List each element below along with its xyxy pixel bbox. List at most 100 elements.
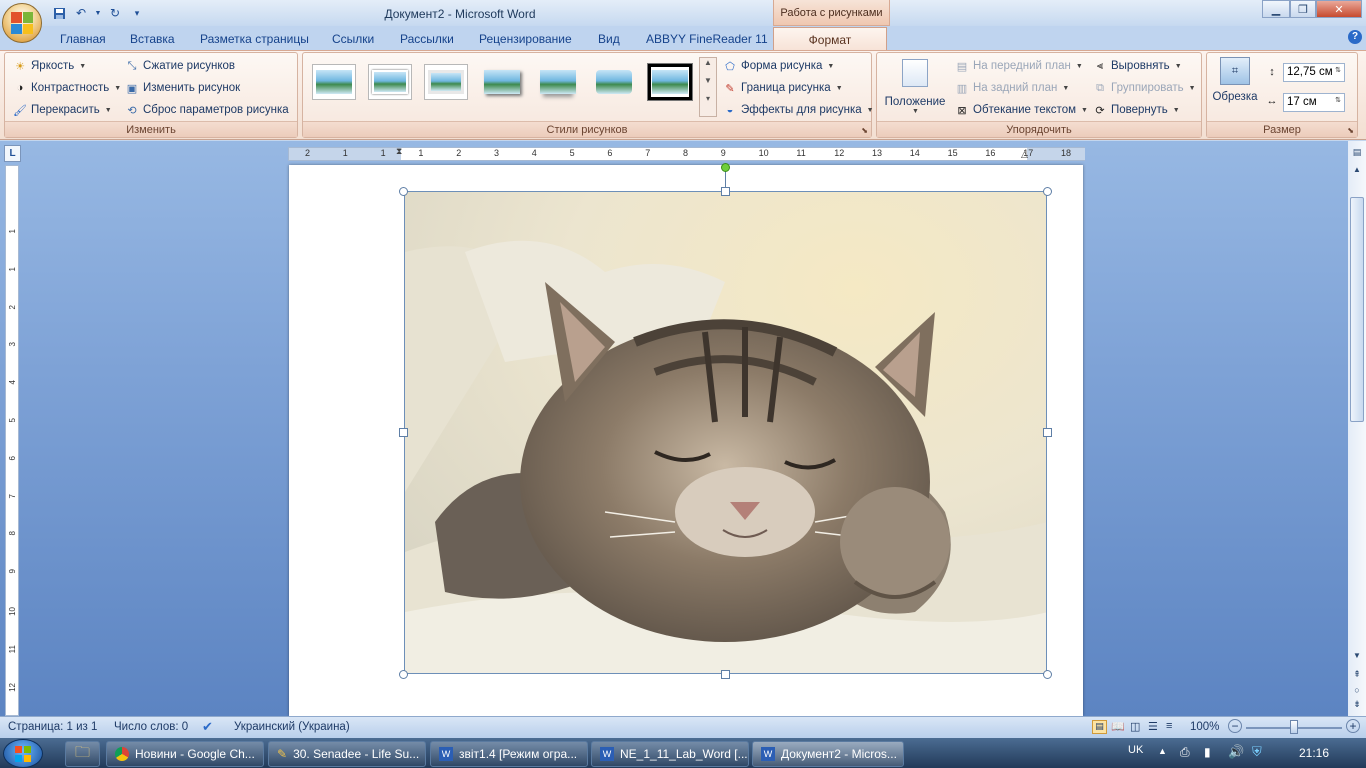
change-picture-button[interactable]: ▣ Изменить рисунок: [125, 79, 240, 97]
previous-page-icon[interactable]: ⇞: [1350, 669, 1364, 683]
resize-handle-top[interactable]: [721, 187, 730, 196]
taskbar-item-zvit[interactable]: Wзвіт1.4 [Режим огра...: [430, 741, 588, 767]
brightness-button[interactable]: ☀ Яркость ▼: [13, 57, 86, 75]
picture-style-thumb-selected[interactable]: [648, 64, 692, 100]
ruler-toggle-icon[interactable]: ▤: [1350, 147, 1364, 161]
next-page-icon[interactable]: ⇟: [1350, 699, 1364, 713]
group-button[interactable]: ⧉ Группировать ▼: [1093, 79, 1196, 97]
scroll-down-icon[interactable]: ▼: [1350, 651, 1364, 665]
bring-to-front-button[interactable]: ▤ На передний план ▼: [955, 57, 1083, 75]
status-page[interactable]: Страница: 1 из 1: [8, 721, 97, 733]
resize-handle-right[interactable]: [1043, 428, 1052, 437]
zoom-in-icon[interactable]: +: [1346, 719, 1360, 733]
tab-mailings[interactable]: Рассылки: [400, 29, 454, 49]
spinner-arrows-icon[interactable]: ⇅: [1335, 66, 1341, 79]
tab-review[interactable]: Рецензирование: [479, 29, 572, 49]
scroll-up-icon[interactable]: ▲: [1350, 165, 1364, 179]
network-icon[interactable]: ▮: [1204, 745, 1211, 759]
indent-marker-icon[interactable]: ⧗: [396, 146, 402, 157]
tab-home[interactable]: Главная: [60, 29, 106, 49]
taskbar-explorer[interactable]: 🗀: [65, 741, 100, 767]
close-button[interactable]: ✕: [1316, 0, 1362, 18]
ruler-tick-label: 8: [683, 148, 689, 158]
resize-handle-top-right[interactable]: [1043, 187, 1052, 196]
tab-selector-icon[interactable]: L: [4, 145, 21, 162]
picture-effects-button[interactable]: ◒ Эффекты для рисунка ▼: [723, 101, 874, 119]
horizontal-ruler[interactable]: 2 1 1 1 2 3 4 5 6 7 8 9 10 11 12 13 14 15 16 17 18 ⧗ △: [288, 146, 1085, 161]
tray-expand-icon[interactable]: ▲: [1158, 746, 1167, 756]
clock[interactable]: 21:16: [1299, 746, 1329, 760]
help-icon[interactable]: ?: [1348, 30, 1362, 44]
status-language[interactable]: Украинский (Украина): [234, 721, 350, 733]
security-icon[interactable]: ⛨: [1252, 744, 1262, 760]
usb-icon[interactable]: ⎙: [1180, 745, 1190, 760]
resize-handle-bottom-left[interactable]: [399, 670, 408, 679]
picture-style-thumb[interactable]: [368, 64, 412, 100]
keyboard-language[interactable]: UK: [1128, 744, 1143, 756]
taskbar-item-senadee[interactable]: ✎ 30. Senadee - Life Su...: [268, 741, 426, 767]
full-screen-reading-view-icon[interactable]: 📖: [1111, 720, 1125, 733]
send-to-back-button[interactable]: ▥ На задний план ▼: [955, 79, 1070, 97]
resize-handle-left[interactable]: [399, 428, 408, 437]
crop-button[interactable]: ⌗ Обрезка: [1209, 57, 1261, 117]
width-spinner[interactable]: 17 см ⇅: [1283, 93, 1345, 112]
vertical-ruler[interactable]: 112345678910111213: [5, 165, 19, 729]
ruler-tick-label: 2: [8, 304, 17, 310]
align-button[interactable]: ⫷ Выровнять ▼: [1093, 57, 1182, 75]
zoom-level[interactable]: 100%: [1190, 721, 1219, 733]
styles-gallery-scroll[interactable]: ▲ ▼ ▾: [699, 57, 717, 117]
windows-logo-icon: [15, 745, 31, 762]
volume-icon[interactable]: 🔊: [1228, 744, 1244, 760]
taskbar-item-lab-word[interactable]: W NE_1_11_Lab_Word [...: [591, 741, 749, 767]
picture-style-thumb[interactable]: [480, 64, 524, 100]
vertical-scrollbar[interactable]: ▤ ▲ ▼ ⇞ ○ ⇟: [1348, 141, 1366, 716]
minimize-button[interactable]: ▁: [1262, 0, 1290, 18]
group-label-adjust: Изменить: [5, 121, 297, 137]
picture-style-thumb[interactable]: [536, 64, 580, 100]
contrast-button[interactable]: ◑ Контрастность ▼: [13, 79, 122, 97]
picture-shape-button[interactable]: ⬠ Форма рисунка ▼: [723, 57, 834, 75]
resize-handle-bottom-right[interactable]: [1043, 670, 1052, 679]
tab-page-layout[interactable]: Разметка страницы: [200, 29, 309, 49]
wrap-text-button[interactable]: ⊠ Обтекание текстом ▼: [955, 101, 1088, 119]
resize-handle-top-left[interactable]: [399, 187, 408, 196]
picture-style-thumb[interactable]: [312, 64, 356, 100]
scroll-thumb[interactable]: [1350, 197, 1364, 422]
tab-insert[interactable]: Вставка: [130, 29, 175, 49]
picture-style-thumb[interactable]: [424, 64, 468, 100]
tab-view[interactable]: Вид: [598, 29, 620, 49]
zoom-out-icon[interactable]: −: [1228, 719, 1242, 733]
tab-references[interactable]: Ссылки: [332, 29, 374, 49]
height-spinner[interactable]: 12,75 см ⇅: [1283, 63, 1345, 82]
office-button[interactable]: [2, 3, 42, 43]
status-word-count[interactable]: Число слов: 0: [114, 721, 188, 733]
position-button[interactable]: Положение ▼: [881, 57, 949, 119]
dialog-launcher-icon[interactable]: ⬊: [861, 126, 868, 135]
right-indent-marker-icon[interactable]: △: [1021, 149, 1028, 160]
word-doc-icon: W: [600, 747, 614, 761]
spinner-arrows-icon[interactable]: ⇅: [1335, 96, 1341, 109]
rotate-button[interactable]: ⟳ Повернуть ▼: [1093, 101, 1179, 119]
compress-pictures-button[interactable]: ⤡ Сжатие рисунков: [125, 57, 235, 75]
resize-handle-bottom[interactable]: [721, 670, 730, 679]
print-layout-view-icon[interactable]: ▤: [1092, 720, 1107, 734]
tab-abbyy[interactable]: ABBYY FineReader 11: [646, 29, 768, 49]
dialog-launcher-icon[interactable]: ⬊: [1347, 126, 1354, 135]
picture-border-button[interactable]: ✎ Граница рисунка ▼: [723, 79, 842, 97]
picture-style-thumb[interactable]: [592, 64, 636, 100]
rotate-handle[interactable]: [721, 163, 730, 172]
proofing-icon[interactable]: ✔: [202, 719, 213, 735]
draft-view-icon[interactable]: ≡: [1166, 720, 1172, 732]
zoom-slider-thumb[interactable]: [1290, 720, 1298, 734]
start-button[interactable]: [3, 739, 43, 768]
taskbar-item-chrome[interactable]: Новини - Google Ch...: [106, 741, 264, 767]
outline-view-icon[interactable]: ☰: [1148, 720, 1158, 733]
web-layout-view-icon[interactable]: ◫: [1130, 720, 1140, 733]
taskbar-item-document2[interactable]: W Документ2 - Micros...: [752, 741, 904, 767]
recolor-button[interactable]: 🖌 Перекрасить ▼: [13, 101, 112, 119]
selected-picture-kitten[interactable]: [404, 191, 1047, 674]
tab-format[interactable]: Формат: [773, 27, 887, 51]
browse-object-icon[interactable]: ○: [1350, 685, 1364, 699]
reset-picture-button[interactable]: ⟲ Сброс параметров рисунка: [125, 101, 288, 119]
restore-button[interactable]: ❐: [1290, 0, 1316, 18]
